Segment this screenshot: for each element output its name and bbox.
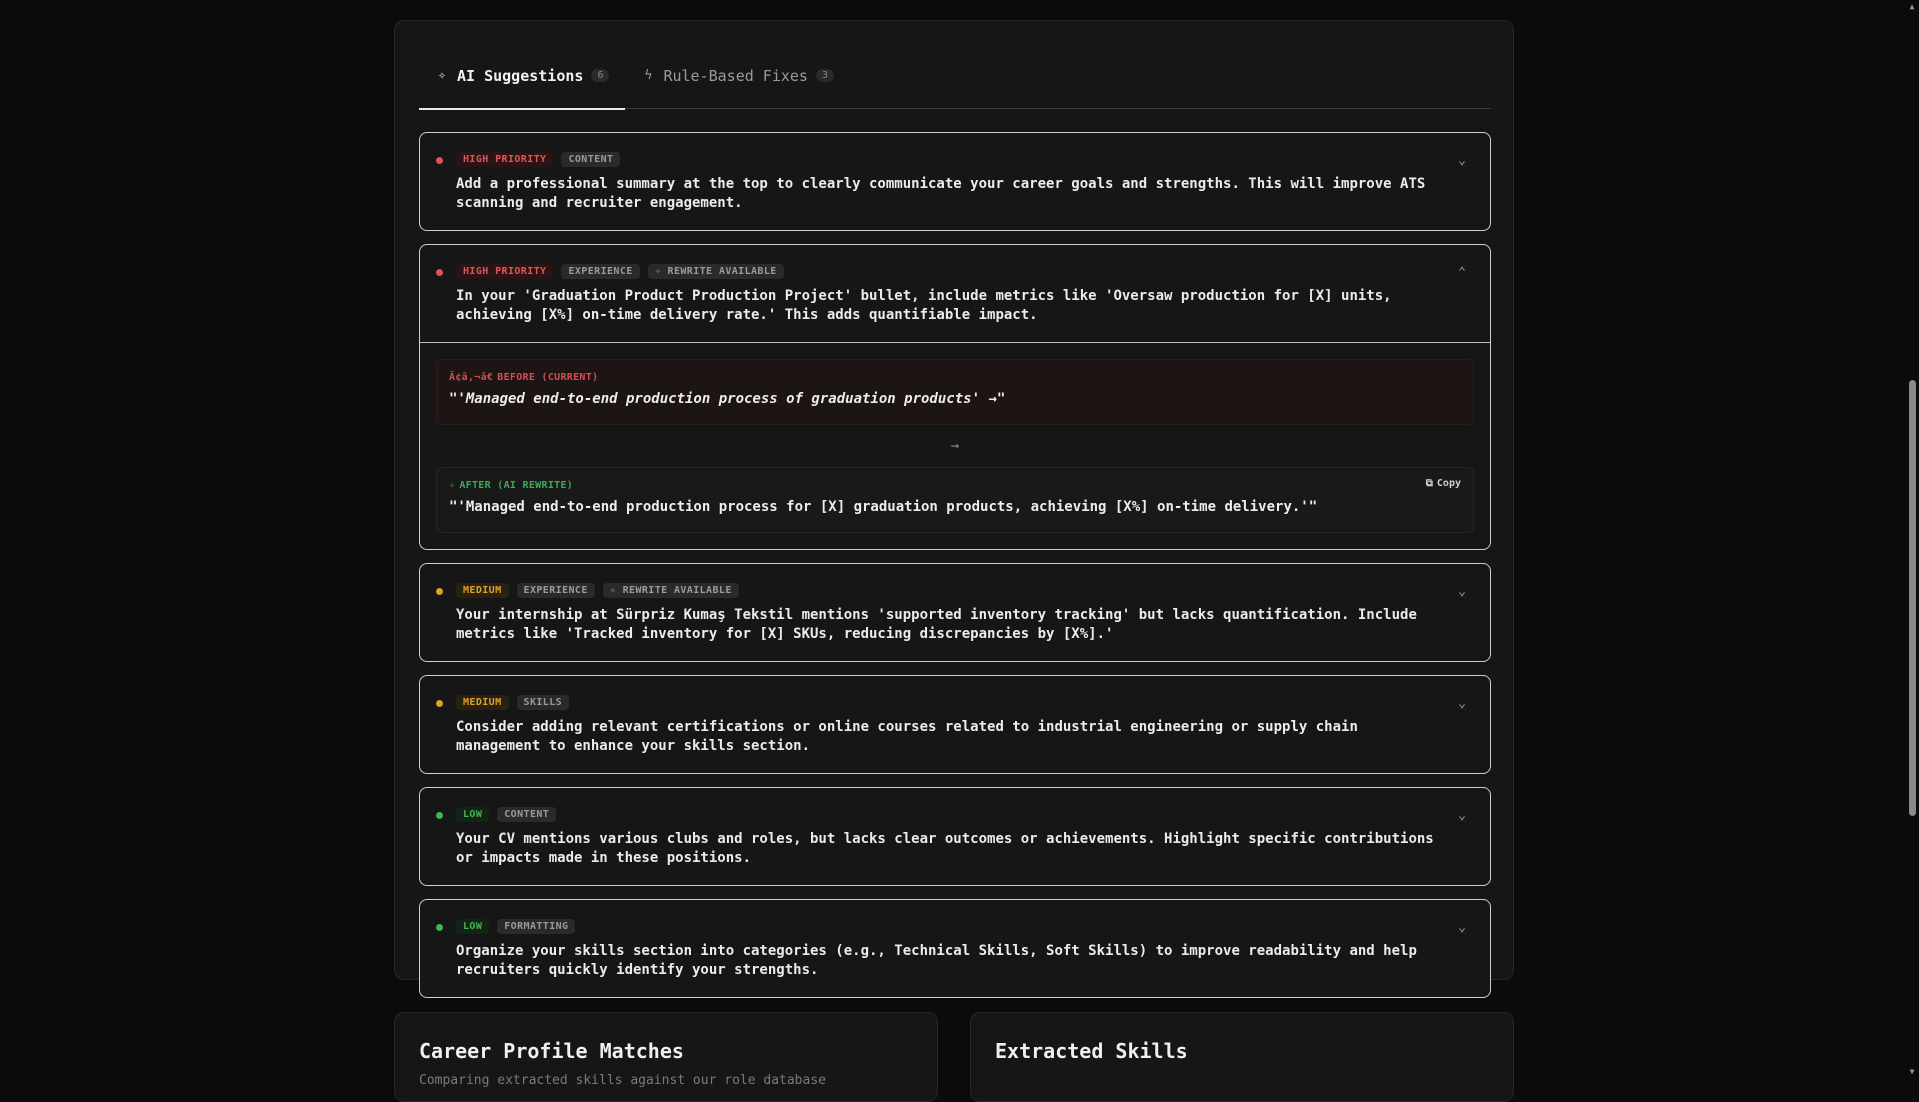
category-badge: SKILLS [516, 694, 570, 710]
suggestion-text: Your internship at Sürpriz Kumaş Tekstil… [456, 607, 1417, 642]
extracted-skills-card: Extracted Skills [970, 1012, 1514, 1102]
priority-dot [436, 157, 443, 164]
suggestion-card[interactable]: HIGH PRIORITY EXPERIENCE ✧ REWRITE AVAIL… [419, 244, 1491, 550]
before-box: Ã¢â‚¬â€ BEFORE (CURRENT) "'Managed end-t… [436, 359, 1474, 425]
rewrite-badge-label: REWRITE AVAILABLE [622, 584, 732, 596]
copy-button[interactable]: ⧉ Copy [1426, 478, 1461, 489]
suggestion-card[interactable]: LOW FORMATTING Organize your skills sect… [419, 899, 1491, 998]
category-badge: CONTENT [561, 151, 621, 167]
suggestion-card[interactable]: MEDIUM EXPERIENCE ✧ REWRITE AVAILABLE Yo… [419, 563, 1491, 662]
chevron-down-icon[interactable]: ⌄ [1454, 584, 1470, 600]
suggestion-list: HIGH PRIORITY CONTENT Add a professional… [419, 132, 1491, 1011]
category-badge: FORMATTING [497, 918, 576, 934]
priority-badge: MEDIUM [456, 694, 509, 710]
chevron-up-icon[interactable]: ⌃ [1454, 265, 1470, 281]
tab-label: AI Suggestions [457, 66, 584, 85]
sparkles-icon: ✧ [609, 584, 623, 596]
suggestion-text: Consider adding relevant certifications … [456, 719, 1358, 754]
suggestion-text: Add a professional summary at the top to… [456, 176, 1426, 211]
scroll-up-icon[interactable]: ▲ [1907, 2, 1917, 12]
rewrite-badge-label: REWRITE AVAILABLE [667, 265, 777, 277]
copy-icon: ⧉ [1425, 478, 1433, 489]
priority-dot [436, 588, 443, 595]
chevron-down-icon[interactable]: ⌄ [1454, 920, 1470, 936]
priority-badge: HIGH PRIORITY [456, 263, 554, 279]
rewrite-section: Ã¢â‚¬â€ BEFORE (CURRENT) "'Managed end-t… [420, 342, 1490, 549]
priority-badge: LOW [456, 806, 490, 822]
arrow-right-icon: → [950, 438, 960, 454]
tab-count: 6 [591, 69, 610, 82]
category-badge: EXPERIENCE [516, 582, 595, 598]
priority-dot [436, 812, 443, 819]
tab-ai-suggestions[interactable]: ✧ AI Suggestions 6 [419, 43, 626, 110]
after-box: ✧ AFTER (AI REWRITE) "'Managed end-to-en… [436, 467, 1474, 533]
suggestion-card[interactable]: MEDIUM SKILLS Consider adding relevant c… [419, 675, 1491, 774]
tab-count: 3 [815, 69, 834, 82]
career-profile-card: Career Profile Matches Comparing extract… [394, 1012, 938, 1102]
priority-dot [436, 924, 443, 931]
tab-rule-based-fixes[interactable]: ϟ Rule-Based Fixes 3 [625, 43, 850, 108]
suggestion-card[interactable]: LOW CONTENT Your CV mentions various clu… [419, 787, 1491, 886]
chevron-down-icon[interactable]: ⌄ [1454, 153, 1470, 169]
tab-bar: ✧ AI Suggestions 6 ϟ Rule-Based Fixes 3 [419, 43, 1491, 110]
suggestions-panel: ✧ AI Suggestions 6 ϟ Rule-Based Fixes 3 … [394, 20, 1514, 998]
priority-dot [436, 700, 443, 707]
suggestion-text: In your 'Graduation Product Production P… [456, 288, 1392, 323]
before-text: "'Managed end-to-end production process … [449, 391, 1006, 407]
after-text: "'Managed end-to-end production process … [449, 499, 1318, 515]
chevron-down-icon[interactable]: ⌄ [1454, 696, 1470, 712]
rewrite-available-badge: ✧ REWRITE AVAILABLE [647, 263, 784, 279]
priority-badge: MEDIUM [456, 582, 509, 598]
category-badge: CONTENT [497, 806, 557, 822]
category-badge: EXPERIENCE [561, 263, 640, 279]
sparkles-icon: ✧ [438, 68, 446, 83]
rewrite-available-badge: ✧ REWRITE AVAILABLE [602, 582, 739, 598]
chevron-down-icon[interactable]: ⌄ [1454, 808, 1470, 824]
before-icon: Ã¢â‚¬â€ [449, 372, 494, 383]
after-label: AFTER (AI REWRITE) [459, 480, 574, 491]
sparkles-icon: ✧ [449, 480, 456, 491]
suggestion-text: Organize your skills section into catego… [456, 943, 1417, 978]
suggestion-text: Your CV mentions various clubs and roles… [456, 831, 1434, 866]
scrollbar[interactable]: ▲ ▼ [1905, 0, 1919, 1079]
priority-dot [436, 269, 443, 276]
priority-badge: HIGH PRIORITY [456, 151, 554, 167]
scroll-thumb[interactable] [1909, 380, 1916, 816]
suggestion-card[interactable]: HIGH PRIORITY CONTENT Add a professional… [419, 132, 1491, 231]
sparkles-icon: ✧ [654, 265, 668, 277]
before-label: BEFORE (CURRENT) [497, 372, 599, 383]
career-profile-subtitle: Comparing extracted skills against our r… [419, 1073, 826, 1088]
extracted-skills-title: Extracted Skills [995, 1039, 1188, 1063]
career-profile-title: Career Profile Matches [419, 1039, 684, 1063]
scroll-down-icon[interactable]: ▼ [1907, 1067, 1917, 1077]
tab-label: Rule-Based Fixes [663, 66, 808, 85]
copy-label: Copy [1436, 478, 1461, 489]
priority-badge: LOW [456, 918, 490, 934]
bolt-icon: ϟ [644, 68, 653, 83]
